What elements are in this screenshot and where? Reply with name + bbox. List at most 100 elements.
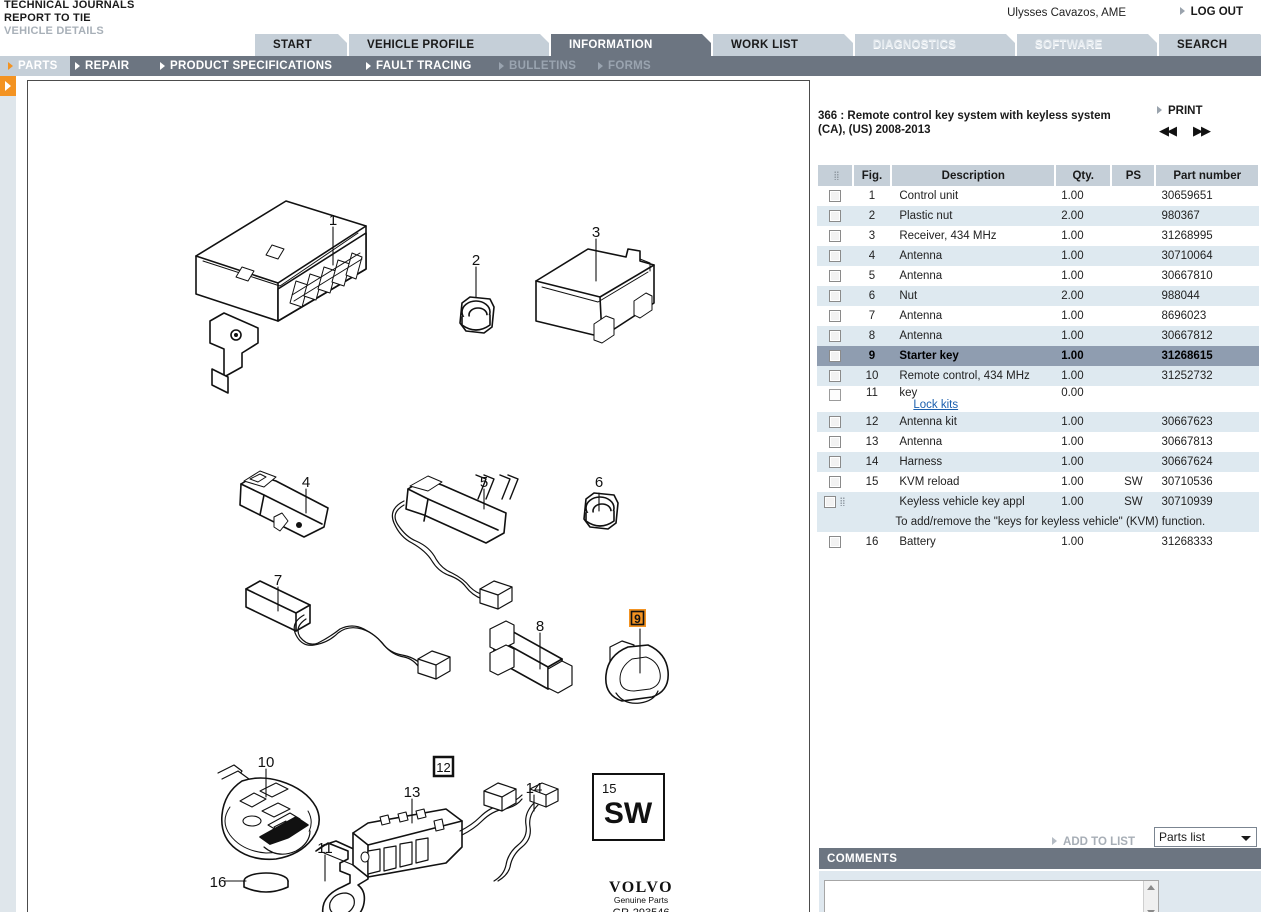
callout-11: 11 bbox=[317, 840, 333, 857]
arrow-right-icon bbox=[160, 62, 165, 70]
cell-part-number: 30667813 bbox=[1161, 436, 1213, 448]
cell-qty: 1.00 bbox=[1061, 310, 1084, 322]
row-checkbox[interactable] bbox=[828, 269, 841, 282]
table-row[interactable]: 16 Battery 1.00 31268333 bbox=[817, 532, 1259, 552]
sw-label: SW bbox=[604, 797, 653, 830]
comments-textarea[interactable] bbox=[824, 880, 1159, 912]
row-checkbox[interactable] bbox=[828, 435, 841, 448]
expand-panel-arrow-icon[interactable] bbox=[0, 76, 16, 96]
column-header-fig[interactable]: Fig. bbox=[851, 165, 893, 186]
table-row[interactable]: 8 Antenna 1.00 30667812 bbox=[817, 326, 1259, 346]
row-checkbox[interactable] bbox=[828, 329, 841, 342]
table-row[interactable]: 13 Antenna 1.00 30667813 bbox=[817, 432, 1259, 452]
column-header-ps[interactable]: PS bbox=[1110, 165, 1157, 186]
cell-qty: 1.00 bbox=[1055, 412, 1112, 432]
table-header-row: Fig. Description Qty. PS Part number bbox=[816, 165, 1260, 186]
cell-qty: 2.00 bbox=[1055, 286, 1112, 306]
table-row[interactable]: 15 KVM reload 1.00 SW 30710536 bbox=[817, 472, 1259, 492]
cell-ps: SW bbox=[1124, 476, 1143, 488]
callout-4: 4 bbox=[302, 474, 310, 491]
row-checkbox[interactable] bbox=[828, 415, 841, 428]
row-checkbox[interactable] bbox=[824, 495, 837, 508]
arrow-right-icon bbox=[366, 62, 371, 70]
cell-qty: 1.00 bbox=[1061, 476, 1084, 488]
cell-qty: 1.00 bbox=[1055, 346, 1112, 366]
cell-fig: 11 bbox=[865, 387, 878, 399]
cell-fig: 7 bbox=[868, 310, 876, 322]
previous-page-button[interactable]: ◀◀ bbox=[1159, 123, 1177, 139]
table-row-selected[interactable]: 9 Starter key 1.00 31268615 bbox=[817, 346, 1259, 366]
tab-start[interactable]: START bbox=[255, 34, 347, 56]
tab-search[interactable]: SEARCH bbox=[1159, 34, 1261, 56]
tab-work-list[interactable]: WORK LIST bbox=[713, 34, 853, 56]
sub-nav-bar: PARTS REPAIR PRODUCT SPECIFICATIONS FAUL… bbox=[0, 56, 1261, 76]
table-row[interactable]: 5 Antenna 1.00 30667810 bbox=[817, 266, 1259, 286]
row-checkbox[interactable] bbox=[828, 229, 841, 242]
subnav-item-fault-tracing[interactable]: FAULT TRACING bbox=[366, 56, 472, 76]
row-checkbox[interactable] bbox=[828, 309, 841, 322]
part-3-receiver bbox=[535, 248, 655, 344]
table-row[interactable]: 14 Harness 1.00 30667624 bbox=[817, 452, 1259, 472]
row-checkbox[interactable] bbox=[828, 289, 841, 302]
print-button[interactable]: PRINT bbox=[1157, 105, 1203, 117]
row-checkbox[interactable] bbox=[828, 535, 841, 548]
table-row[interactable]: 10 Remote control, 434 MHz 1.00 31252732 bbox=[817, 366, 1259, 386]
comments-scrollbar[interactable] bbox=[1143, 881, 1158, 912]
table-row[interactable]: 12 Antenna kit 1.00 30667623 bbox=[817, 412, 1259, 432]
exploded-parts-diagram: 1 2 3 4 5 6 7 8 10 11 13 14 16 12 9 15 S… bbox=[195, 200, 672, 912]
table-row[interactable]: 7 Antenna 1.00 8696023 bbox=[817, 306, 1259, 326]
tab-vehicle-profile[interactable]: VEHICLE PROFILE bbox=[349, 34, 549, 56]
subnav-item-product-specifications[interactable]: PRODUCT SPECIFICATIONS bbox=[160, 56, 332, 76]
cell-qty: 1.00 bbox=[1055, 246, 1112, 266]
top-link-technical-journals[interactable]: TECHNICAL JOURNALS bbox=[4, 0, 135, 12]
scroll-up-arrow-icon[interactable] bbox=[1147, 885, 1155, 890]
add-to-list-button[interactable]: ADD TO LIST bbox=[1052, 836, 1135, 848]
row-checkbox[interactable] bbox=[828, 455, 841, 468]
table-row[interactable]: 6 Nut 2.00 988044 bbox=[817, 286, 1259, 306]
row-checkbox[interactable] bbox=[828, 189, 841, 202]
cell-part-number: 30710536 bbox=[1161, 476, 1213, 488]
top-link-report-to-tie[interactable]: REPORT TO TIE bbox=[4, 12, 135, 25]
cell-ps bbox=[1111, 346, 1156, 366]
row-checkbox[interactable] bbox=[828, 209, 841, 222]
cell-desc: KVM reload bbox=[899, 476, 960, 488]
part-5-antenna bbox=[391, 474, 519, 610]
callout-16: 16 bbox=[210, 874, 227, 891]
column-header-part-number[interactable]: Part number bbox=[1154, 165, 1260, 186]
table-row[interactable]: 1 Control unit 1.00 30659651 bbox=[817, 186, 1259, 206]
tab-information[interactable]: INFORMATION bbox=[551, 34, 711, 56]
subnav-item-repair[interactable]: REPAIR bbox=[75, 56, 129, 76]
parts-list-dropdown[interactable]: Parts list bbox=[1154, 827, 1257, 847]
table-row[interactable]: Keyless vehicle key appl 1.00 SW 3071093… bbox=[817, 492, 1259, 512]
column-header-qty[interactable]: Qty. bbox=[1054, 165, 1113, 186]
arrow-right-icon bbox=[75, 62, 80, 70]
arrow-right-icon bbox=[598, 62, 603, 70]
lock-kits-link[interactable]: Lock kits bbox=[913, 399, 958, 411]
cell-qty: 1.00 bbox=[1061, 536, 1084, 548]
cell-desc: Harness bbox=[891, 452, 1056, 472]
cell-part-number: 31268615 bbox=[1155, 346, 1259, 366]
next-page-button[interactable]: ▶▶ bbox=[1193, 123, 1211, 139]
table-row[interactable]: 11 key Lock kits 0.00 bbox=[817, 386, 1259, 412]
row-checkbox[interactable] bbox=[828, 389, 841, 401]
row-checkbox[interactable] bbox=[828, 475, 841, 488]
table-row[interactable]: 3 Receiver, 434 MHz 1.00 31268995 bbox=[817, 226, 1259, 246]
part-8-antenna bbox=[489, 620, 573, 694]
cell-qty: 1.00 bbox=[1055, 366, 1112, 386]
row-checkbox[interactable] bbox=[828, 249, 841, 262]
cell-fig: 2 bbox=[852, 206, 892, 226]
table-row[interactable]: 2 Plastic nut 2.00 980367 bbox=[817, 206, 1259, 226]
subnav-item-parts[interactable]: PARTS bbox=[0, 56, 70, 76]
cell-fig: 16 bbox=[865, 536, 879, 548]
column-header-description[interactable]: Description bbox=[890, 165, 1057, 186]
row-checkbox[interactable] bbox=[828, 369, 841, 382]
cell-part-number: 30667623 bbox=[1155, 412, 1259, 432]
table-row[interactable]: 4 Antenna 1.00 30710064 bbox=[817, 246, 1259, 266]
parts-list-selected-value: Parts list bbox=[1159, 830, 1206, 844]
chevron-down-icon bbox=[1241, 836, 1251, 841]
row-checkbox[interactable] bbox=[828, 349, 841, 362]
cell-fig: 12 bbox=[852, 412, 892, 432]
arrow-icon bbox=[1052, 837, 1059, 846]
logout-button[interactable]: LOG OUT bbox=[1179, 6, 1243, 18]
cell-part-number: 30710064 bbox=[1155, 246, 1259, 266]
